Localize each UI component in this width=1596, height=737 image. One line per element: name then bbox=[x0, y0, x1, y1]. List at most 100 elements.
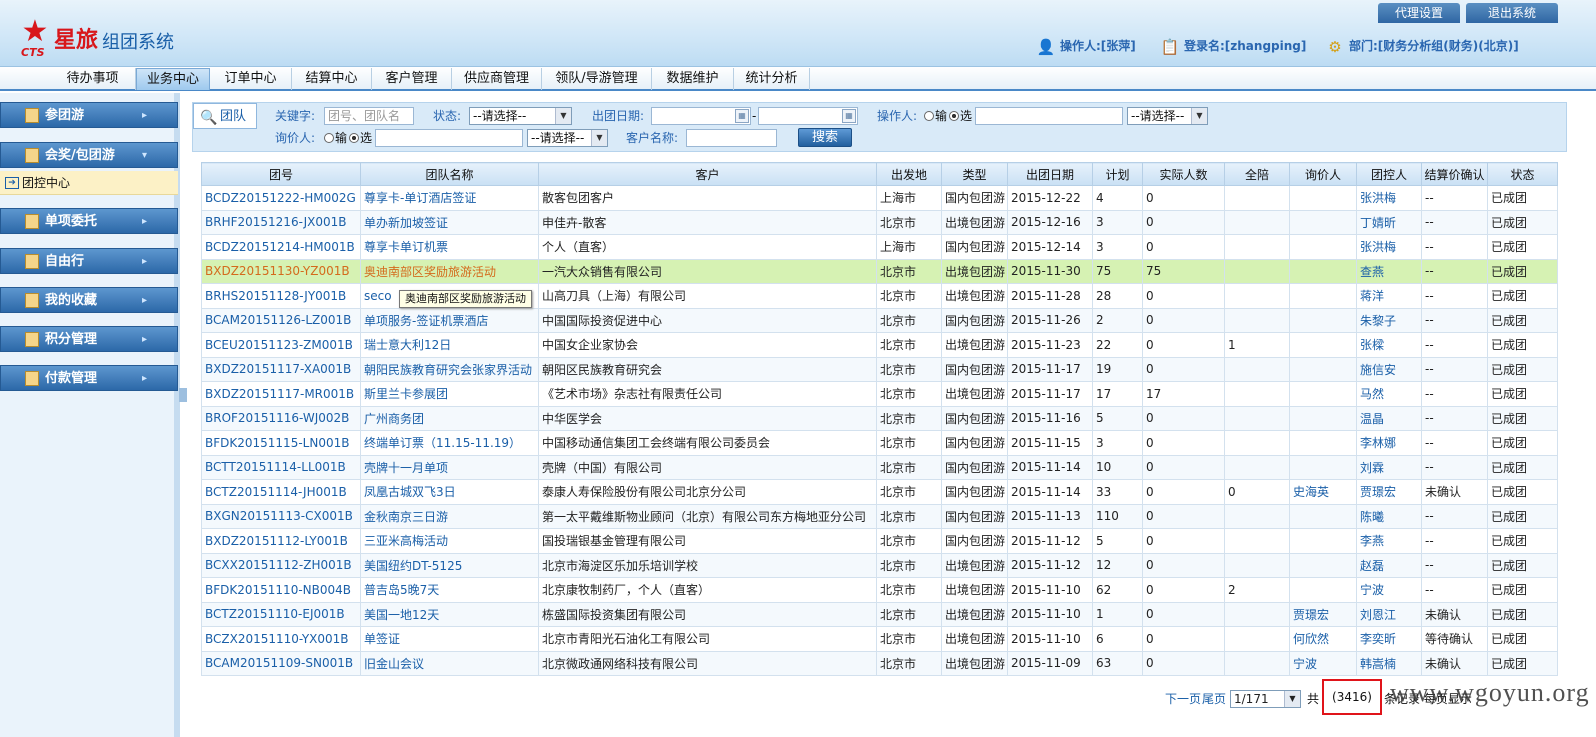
table-cell[interactable]: 奥迪南部区奖励旅游活动 bbox=[360, 258, 539, 284]
table-cell[interactable]: 金秋南京三日游 bbox=[360, 503, 539, 529]
table-cell[interactable]: 张洪梅 bbox=[1356, 185, 1422, 211]
table-cell[interactable] bbox=[1289, 528, 1357, 554]
table-row[interactable]: BROF20151116-WJ002B 广州商务团 中华医学会 北京市 国内包团游 201… bbox=[201, 405, 1558, 431]
table-row[interactable]: BCTZ20151110-EJ001B 美国一地12天 栋盛国际投资集团有限公司 北京… bbox=[201, 601, 1558, 627]
sidebar-item-points[interactable]: 积分管理 ▸ bbox=[0, 326, 178, 352]
inquirer-radio-select[interactable]: 选 bbox=[349, 129, 372, 147]
operator-radio-select[interactable]: 选 bbox=[949, 107, 972, 125]
sidebar-collapse-handle[interactable] bbox=[179, 388, 187, 402]
table-cell[interactable]: BCAM20151126-LZ001B bbox=[201, 307, 361, 333]
table-cell[interactable] bbox=[1289, 332, 1357, 358]
table-cell[interactable]: BCTZ20151114-JH001B bbox=[201, 479, 361, 505]
table-cell[interactable] bbox=[1289, 405, 1357, 431]
table-cell[interactable]: BRHS20151128-JY001B bbox=[201, 283, 361, 309]
table-cell[interactable]: BXDZ20151112-LY001B bbox=[201, 528, 361, 554]
table-row[interactable]: BCDZ20151214-HM001B 尊享卡单订机票 个人（直客） 上海市 国内包团游… bbox=[201, 234, 1558, 260]
table-cell[interactable]: 普吉岛5晚7天 bbox=[360, 577, 539, 603]
table-cell[interactable]: 丁婧昕 bbox=[1356, 209, 1422, 235]
table-row[interactable]: BCTZ20151114-JH001B 凤凰古城双飞3日 泰康人寿保险股份有限公司北… bbox=[201, 479, 1558, 505]
tab-settlement-center[interactable]: 结算中心 bbox=[292, 68, 372, 90]
table-cell[interactable] bbox=[1289, 234, 1357, 260]
table-row[interactable]: BCTT20151114-LL001B 壳牌十一月单项 壳牌（中国）有限公司 北京市国… bbox=[201, 454, 1558, 480]
depart-date-end-input[interactable]: ▦ bbox=[758, 107, 858, 125]
table-cell[interactable]: 尊享卡单订机票 bbox=[360, 234, 539, 260]
sidebar-item-single-service[interactable]: 单项委托 ▸ bbox=[0, 208, 178, 234]
table-cell[interactable]: 尊享卡-单订酒店签证 bbox=[360, 185, 539, 211]
table-cell[interactable]: 贾璟宏 bbox=[1356, 479, 1422, 505]
table-cell[interactable]: BFDK20151110-NB004B bbox=[201, 577, 361, 603]
table-cell[interactable] bbox=[1289, 307, 1357, 333]
table-cell[interactable] bbox=[1289, 381, 1357, 407]
customer-input[interactable] bbox=[686, 129, 777, 147]
sidebar-item-payment[interactable]: 付款管理 ▸ bbox=[0, 365, 178, 391]
table-cell[interactable]: BCDZ20151214-HM001B bbox=[201, 234, 361, 260]
table-cell[interactable]: 朝阳民族教育研究会张家界活动 bbox=[360, 356, 539, 382]
table-row[interactable]: BXDZ20151117-MR001B 斯里兰卡参展团 《艺术市场》杂志社有限责任公… bbox=[201, 381, 1558, 407]
table-cell[interactable]: BXDZ20151117-XA001B bbox=[201, 356, 361, 382]
table-cell[interactable] bbox=[1289, 185, 1357, 211]
table-cell[interactable] bbox=[1289, 209, 1357, 235]
table-cell[interactable]: 刘霖 bbox=[1356, 454, 1422, 480]
inquirer-radio-input[interactable]: 输 bbox=[324, 129, 347, 147]
table-row[interactable]: BCXX20151112-ZH001B 美国纽约DT-5125 北京市海淀区乐加乐培… bbox=[201, 552, 1558, 578]
table-row[interactable]: BCDZ20151222-HM002G 尊享卡-单订酒店签证 散客包团客户 上海市 国内… bbox=[201, 185, 1558, 211]
table-cell[interactable]: 单办新加坡签证 bbox=[360, 209, 539, 235]
tab-team[interactable]: 🔍 团队 bbox=[193, 103, 257, 129]
table-cell[interactable]: 三亚米高梅活动 bbox=[360, 528, 539, 554]
table-cell[interactable]: 终端单订票（11.15-11.19） bbox=[360, 430, 539, 456]
table-cell[interactable]: 李林娜 bbox=[1356, 430, 1422, 456]
table-cell[interactable]: BCXX20151112-ZH001B bbox=[201, 552, 361, 578]
table-row[interactable]: BXGN20151113-CX001B 金秋南京三日游 第一太平戴维斯物业顾问（北京… bbox=[201, 503, 1558, 529]
tab-order-center[interactable]: 订单中心 bbox=[210, 68, 292, 90]
table-cell[interactable]: 旧金山会议 bbox=[360, 650, 539, 676]
keyword-input[interactable]: 团号、团队名 bbox=[324, 107, 414, 125]
table-row[interactable]: BXDZ20151112-LY001B 三亚米高梅活动 国投瑞银基金管理有限公司 北京… bbox=[201, 528, 1558, 554]
table-cell[interactable]: 何欣然 bbox=[1289, 626, 1357, 652]
sidebar-sub-team-control[interactable]: ➔ 团控中心 bbox=[0, 171, 178, 195]
table-row[interactable]: BRHF20151216-JX001B 单办新加坡签证 申佳卉-散客 北京市 出境包团游… bbox=[201, 209, 1558, 235]
table-cell[interactable]: 朱黎子 bbox=[1356, 307, 1422, 333]
table-cell[interactable]: 壳牌十一月单项 bbox=[360, 454, 539, 480]
table-cell[interactable]: 蒋洋 bbox=[1356, 283, 1422, 309]
operator-radio-input[interactable]: 输 bbox=[924, 107, 947, 125]
table-cell[interactable]: 温晶 bbox=[1356, 405, 1422, 431]
table-cell[interactable]: 查燕 bbox=[1356, 258, 1422, 284]
table-cell[interactable] bbox=[1289, 503, 1357, 529]
page-select[interactable]: 1/171 ▼ bbox=[1230, 690, 1301, 708]
table-row[interactable]: BCEU20151123-ZM001B 瑞士意大利12日 中国女企业家协会 北京市 出境… bbox=[201, 332, 1558, 358]
calendar-icon[interactable]: ▦ bbox=[735, 109, 749, 123]
table-cell[interactable] bbox=[1289, 430, 1357, 456]
table-cell[interactable]: 宁波 bbox=[1289, 650, 1357, 676]
last-page-link[interactable]: 尾页 bbox=[1202, 689, 1226, 709]
table-cell[interactable]: BCTT20151114-LL001B bbox=[201, 454, 361, 480]
search-button[interactable]: 搜索 bbox=[798, 128, 852, 147]
table-cell[interactable] bbox=[1289, 454, 1357, 480]
table-cell[interactable]: 张樑 bbox=[1356, 332, 1422, 358]
table-row[interactable]: BCAM20151109-SN001B 旧金山会议 北京微政通网络科技有限公司 北京市… bbox=[201, 650, 1558, 676]
table-cell[interactable] bbox=[1289, 283, 1357, 309]
table-cell[interactable]: 赵磊 bbox=[1356, 552, 1422, 578]
table-cell[interactable]: 李奕昕 bbox=[1356, 626, 1422, 652]
table-row[interactable]: BCZX20151110-YX001B 单签证 北京市青阳光石油化工有限公司 北京市出… bbox=[201, 626, 1558, 652]
table-cell[interactable]: BCEU20151123-ZM001B bbox=[201, 332, 361, 358]
sidebar-item-group-tour[interactable]: 参团游 ▸ bbox=[0, 102, 178, 128]
table-cell[interactable] bbox=[1289, 552, 1357, 578]
table-cell[interactable]: 马然 bbox=[1356, 381, 1422, 407]
tab-business-center[interactable]: 业务中心 bbox=[136, 68, 210, 90]
table-cell[interactable] bbox=[1289, 258, 1357, 284]
table-row[interactable]: BCAM20151126-LZ001B 单项服务-签证机票酒店 中国国际投资促进中心… bbox=[201, 307, 1558, 333]
table-cell[interactable]: 广州商务团 bbox=[360, 405, 539, 431]
table-row[interactable]: BFDK20151110-NB004B 普吉岛5晚7天 北京康牧制药厂，个人（直客）… bbox=[201, 577, 1558, 603]
table-cell[interactable]: 单项服务-签证机票酒店 bbox=[360, 307, 539, 333]
table-cell[interactable]: 李燕 bbox=[1356, 528, 1422, 554]
table-cell[interactable]: 单签证 bbox=[360, 626, 539, 652]
table-cell[interactable]: 美国一地12天 bbox=[360, 601, 539, 627]
table-cell[interactable]: BXDZ20151130-YZ001B bbox=[201, 258, 361, 284]
inquirer-input[interactable] bbox=[375, 129, 523, 147]
table-cell[interactable]: BCZX20151110-YX001B bbox=[201, 626, 361, 652]
table-cell[interactable]: BROF20151116-WJ002B bbox=[201, 405, 361, 431]
table-cell[interactable]: 史海英 bbox=[1289, 479, 1357, 505]
tab-todo[interactable]: 待办事项 bbox=[50, 68, 136, 90]
table-cell[interactable]: BFDK20151115-LN001B bbox=[201, 430, 361, 456]
tab-statistics[interactable]: 统计分析 bbox=[734, 68, 810, 90]
